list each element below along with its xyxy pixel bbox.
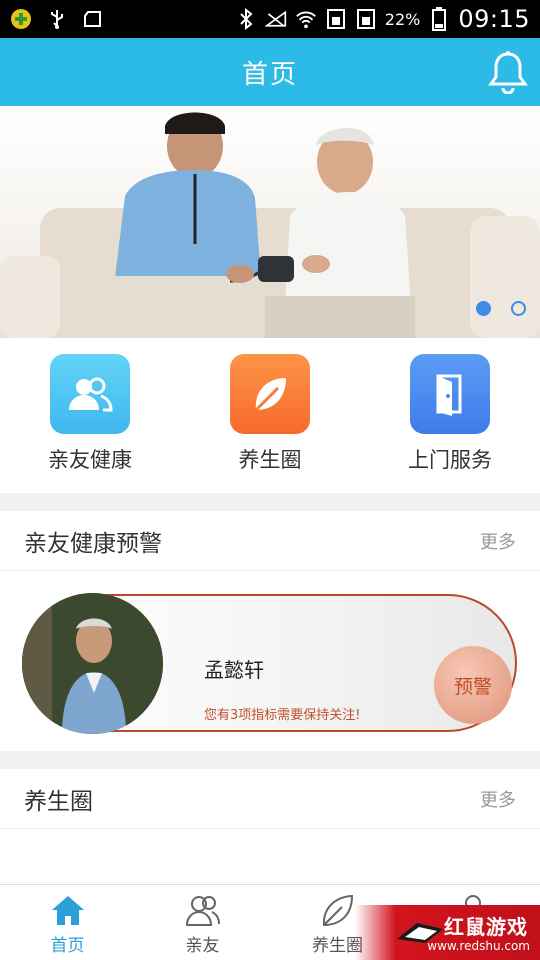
wellness-section: 养生圈 更多 xyxy=(0,769,540,884)
health-alert-section: 亲友健康预警 更多 孟懿轩 您有3项指标需要保持关注! 预警 xyxy=(0,511,540,751)
battery-percent: 22% xyxy=(384,9,421,29)
app-badge-icon xyxy=(10,9,32,29)
no-signal-icon xyxy=(264,9,287,29)
quick-action-label: 亲友健康 xyxy=(48,448,132,472)
bluetooth-icon xyxy=(235,8,257,30)
page-title: 首页 xyxy=(241,59,298,90)
nav-home[interactable]: 首页 xyxy=(0,885,135,960)
contact-name: 孟懿轩 xyxy=(204,658,264,682)
clipboard-icon xyxy=(82,9,104,29)
leaf-icon xyxy=(230,354,310,434)
battery-icon xyxy=(428,7,450,31)
quick-action-label: 上门服务 xyxy=(408,448,492,472)
alert-message: 您有3项指标需要保持关注! xyxy=(204,708,361,723)
usb-icon xyxy=(46,9,68,29)
more-link[interactable]: 更多 xyxy=(480,786,516,812)
carousel-dots xyxy=(476,301,526,316)
status-bar: 22% 09:15 xyxy=(0,0,540,38)
banner-carousel[interactable] xyxy=(0,106,540,338)
home-icon xyxy=(51,896,84,925)
avatar xyxy=(22,593,163,734)
people-icon xyxy=(50,354,130,434)
clock: 09:15 xyxy=(458,5,530,33)
watermark-url: www.redshu.com xyxy=(427,939,530,953)
sim-icon xyxy=(325,9,347,29)
section-header: 亲友健康预警 更多 xyxy=(0,511,540,571)
carousel-dot-2[interactable] xyxy=(511,301,526,316)
quick-action-wellness[interactable]: 养生圈 xyxy=(195,354,345,493)
door-icon xyxy=(410,354,490,434)
watermark: 红鼠游戏 www.redshu.com xyxy=(355,905,540,960)
warning-button[interactable]: 预警 xyxy=(434,646,512,724)
nav-friends[interactable]: 亲友 xyxy=(135,885,270,960)
nav-label: 首页 xyxy=(50,936,85,956)
section-title: 亲友健康预警 xyxy=(24,530,162,557)
quick-action-family-health[interactable]: 亲友健康 xyxy=(15,354,165,493)
carousel-dot-1[interactable] xyxy=(476,301,491,316)
bell-icon[interactable] xyxy=(488,50,528,95)
alert-area: 孟懿轩 您有3项指标需要保持关注! 预警 xyxy=(0,571,540,751)
quick-action-label: 养生圈 xyxy=(238,448,302,472)
section-header: 养生圈 更多 xyxy=(0,769,540,829)
screen: 22% 09:15 首页 亲友健康 养生圈 上门服务 亲友健康预警 更多 孟懿轩… xyxy=(0,0,540,960)
watermark-text: 红鼠游戏 xyxy=(444,915,528,939)
banner-image xyxy=(0,112,540,338)
wifi-icon xyxy=(295,9,317,29)
app-header: 首页 xyxy=(0,38,540,106)
quick-action-home-service[interactable]: 上门服务 xyxy=(375,354,525,493)
section-title: 养生圈 xyxy=(24,788,93,815)
nav-label: 亲友 xyxy=(185,936,220,956)
friends-icon xyxy=(185,896,220,926)
leaf-outline-icon xyxy=(322,894,353,927)
sim2-icon xyxy=(355,9,377,29)
quick-actions: 亲友健康 养生圈 上门服务 xyxy=(0,338,540,493)
more-link[interactable]: 更多 xyxy=(480,528,516,554)
